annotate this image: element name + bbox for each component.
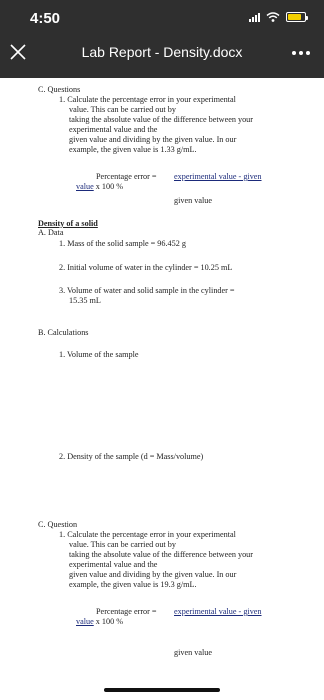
question-line: experimental value and the bbox=[69, 560, 158, 569]
formula-numerator: experimental value - given bbox=[174, 607, 262, 616]
data-item: 2. Initial volume of water in the cylind… bbox=[59, 263, 233, 272]
subsection-heading: B. Calculations bbox=[38, 328, 89, 337]
data-item: 3. Volume of water and solid sample in t… bbox=[59, 286, 235, 295]
question-line: value. This can be carried out by bbox=[69, 540, 176, 549]
question-line: value. This can be carried out by bbox=[69, 105, 176, 114]
question-line: taking the absolute value of the differe… bbox=[69, 115, 253, 124]
formula-value-line: value x 100 % bbox=[76, 182, 124, 191]
wifi-icon bbox=[266, 12, 280, 22]
formula-numerator: experimental value - given bbox=[174, 172, 262, 181]
formula-value-line: value x 100 % bbox=[76, 617, 124, 626]
subsection-heading: A. Data bbox=[38, 228, 64, 237]
question-line: given value and dividing by the given va… bbox=[69, 570, 237, 579]
question-line: given value and dividing by the given va… bbox=[69, 135, 237, 144]
question-line: experimental value and the bbox=[69, 125, 158, 134]
formula-denominator: given value bbox=[174, 196, 212, 205]
document-page[interactable]: C. Questions 1. Calculate the percentage… bbox=[0, 78, 324, 700]
more-options-icon[interactable] bbox=[292, 51, 310, 55]
data-item: 1. Mass of the solid sample = 96.452 g bbox=[59, 239, 186, 248]
section-heading: C. Question bbox=[38, 520, 78, 529]
status-icons bbox=[249, 12, 308, 22]
data-item-cont: 15.35 mL bbox=[69, 296, 101, 305]
question-line: example, the given value is 19.3 g/mL. bbox=[69, 580, 197, 589]
question-line: taking the absolute value of the differe… bbox=[69, 550, 253, 559]
calc-item: 2. Density of the sample (d = Mass/volum… bbox=[59, 452, 204, 461]
question-line: 1. Calculate the percentage error in you… bbox=[59, 530, 236, 539]
document-title: Lab Report - Density.docx bbox=[81, 44, 243, 60]
home-indicator[interactable] bbox=[104, 688, 220, 692]
question-line: 1. Calculate the percentage error in you… bbox=[59, 95, 236, 104]
formula-prefix: Percentage error = bbox=[96, 172, 157, 181]
question-line: example, the given value is 1.33 g/mL. bbox=[69, 145, 197, 154]
signal-icon bbox=[249, 12, 260, 22]
formula-prefix: Percentage error = bbox=[96, 607, 157, 616]
battery-icon bbox=[286, 12, 308, 22]
app-header: 4:50 Lab Report - Density.docx bbox=[0, 0, 324, 78]
formula-denominator: given value bbox=[174, 648, 212, 657]
status-time: 4:50 bbox=[30, 10, 61, 27]
calc-item: 1. Volume of the sample bbox=[59, 350, 139, 359]
section-heading: C. Questions bbox=[38, 85, 81, 94]
